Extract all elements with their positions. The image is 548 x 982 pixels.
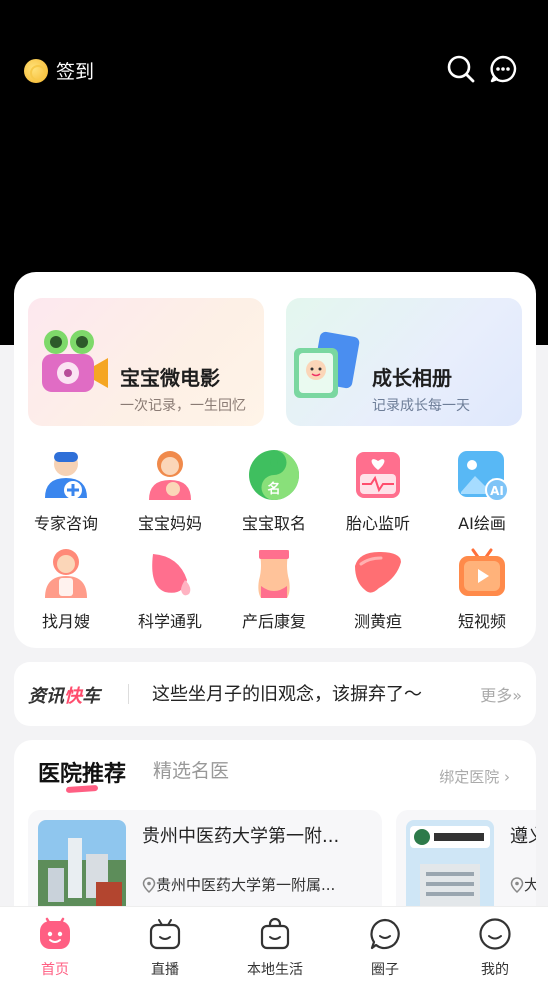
grid-item-label: 测黄疸: [353, 612, 402, 631]
bind-hospital-link[interactable]: 绑定医院 ›: [439, 766, 510, 787]
ai-image-icon: AI: [458, 451, 509, 502]
milk-drop-icon: [152, 554, 191, 596]
video-tv-icon: [459, 548, 505, 596]
news-logo-part: 资讯: [28, 686, 64, 707]
tab-home[interactable]: 首页: [0, 917, 110, 979]
hospital-address: 大: [510, 874, 536, 895]
tab-label: 首页: [41, 962, 69, 978]
growth-album-title: 成长相册: [372, 366, 452, 390]
hospital-address-text: 大: [524, 876, 536, 894]
tab-live[interactable]: 直播: [110, 917, 220, 979]
tab-label: 本地生活: [247, 962, 303, 978]
tab-underline: [65, 784, 99, 794]
tab-circle[interactable]: 圈子: [330, 917, 440, 979]
grid-item-label: AI绘画: [458, 514, 506, 533]
grid-item-expert-consult[interactable]: 专家咨询: [14, 448, 118, 534]
top-bar: 签到: [0, 50, 548, 90]
news-logo: 资讯快车: [28, 682, 100, 708]
hospital-address: 贵州中医药大学第一附属...: [142, 874, 335, 895]
grid-item-label: 产后康复: [241, 612, 306, 631]
grid-item-label: 宝宝取名: [241, 514, 306, 533]
tab-local-life[interactable]: 本地生活: [220, 917, 330, 979]
grid-item-label: 科学通乳: [137, 612, 202, 631]
services-card: 宝宝微电影 一次记录，一生回忆 成长相册 记录成长每一天 专家咨询 宝宝妈妈 名…: [14, 272, 536, 648]
news-more-link[interactable]: 更多»: [480, 682, 522, 706]
location-pin-icon: [142, 876, 156, 893]
home-face-icon: [40, 917, 70, 949]
grid-item-baby-mom[interactable]: 宝宝妈妈: [118, 448, 222, 534]
chat-bubble-icon: [370, 918, 400, 950]
shopping-bag-icon: [260, 917, 290, 950]
smile-face-icon: [479, 918, 511, 950]
liver-icon: [355, 552, 401, 593]
nanny-icon: [45, 549, 87, 598]
hospital-name: 贵州中医药大学第一附...: [142, 826, 340, 847]
waist-icon: [258, 550, 290, 598]
message-icon[interactable]: [488, 54, 518, 84]
grid-item-label: 专家咨询: [33, 514, 98, 533]
tab-mine[interactable]: 我的: [440, 917, 548, 979]
tab-label: 圈子: [371, 962, 399, 978]
baby-movie-subtitle: 一次记录，一生回忆: [120, 398, 246, 414]
tab-label: 直播: [151, 962, 179, 978]
checkin-button[interactable]: 签到: [24, 57, 94, 84]
yin-yang-icon: 名: [249, 450, 299, 500]
tab-label: 我的: [481, 962, 509, 978]
coin-icon: [24, 58, 48, 83]
grid-item-label: 找月嫂: [41, 612, 90, 631]
baby-movie-title: 宝宝微电影: [120, 366, 220, 390]
svg-text:AI: AI: [490, 484, 504, 498]
doctor-icon: [45, 452, 87, 499]
location-pin-icon: [510, 876, 524, 893]
grid-item-ai-drawing[interactable]: AI AI绘画: [430, 448, 534, 534]
grid-item-find-nanny[interactable]: 找月嫂: [14, 546, 118, 632]
hospital-address-text: 贵州中医药大学第一附属...: [156, 876, 336, 894]
baby-movie-card[interactable]: 宝宝微电影 一次记录，一生回忆: [28, 298, 264, 426]
news-headline[interactable]: 这些坐月子的旧观念，该摒弃了～: [152, 680, 422, 706]
grid-item-postpartum[interactable]: 产后康复: [222, 546, 326, 632]
hospital-photo: [406, 820, 494, 920]
grid-item-jaundice[interactable]: 测黄疸: [326, 546, 430, 632]
grid-item-label: 短视频: [457, 612, 506, 631]
growth-album-subtitle: 记录成长每一天: [372, 398, 470, 414]
news-logo-highlight: 快: [64, 686, 82, 707]
grid-item-short-video[interactable]: 短视频: [430, 546, 534, 632]
hospital-name: 遵义: [510, 826, 536, 847]
mother-icon: [149, 451, 191, 500]
grid-item-label: 宝宝妈妈: [137, 514, 202, 533]
news-logo-part: 车: [82, 686, 100, 707]
divider: [128, 684, 129, 704]
grid-item-lactation[interactable]: 科学通乳: [118, 546, 222, 632]
growth-album-card[interactable]: 成长相册 记录成长每一天: [286, 298, 522, 426]
tab-featured-doctors[interactable]: 精选名医: [153, 756, 229, 783]
checkin-label: 签到: [56, 61, 95, 83]
bottom-tab-bar: 首页 直播 本地生活 圈子 我的: [0, 906, 548, 982]
news-ticker[interactable]: 资讯快车 这些坐月子的旧观念，该摒弃了～ 更多»: [14, 662, 536, 726]
heart-monitor-icon: [356, 452, 400, 498]
grid-item-baby-naming[interactable]: 名 宝宝取名: [222, 448, 326, 534]
photo-album-icon: [294, 331, 360, 398]
hospital-photo: [38, 820, 126, 920]
svg-text:名: 名: [267, 481, 280, 497]
tv-icon: [149, 919, 181, 950]
search-icon[interactable]: [446, 54, 476, 84]
film-camera-icon: [42, 330, 108, 392]
grid-item-fetal-heart[interactable]: 胎心监听: [326, 448, 430, 534]
grid-item-label: 胎心监听: [345, 514, 410, 533]
tab-hospital-recommend[interactable]: 医院推荐: [38, 756, 126, 788]
